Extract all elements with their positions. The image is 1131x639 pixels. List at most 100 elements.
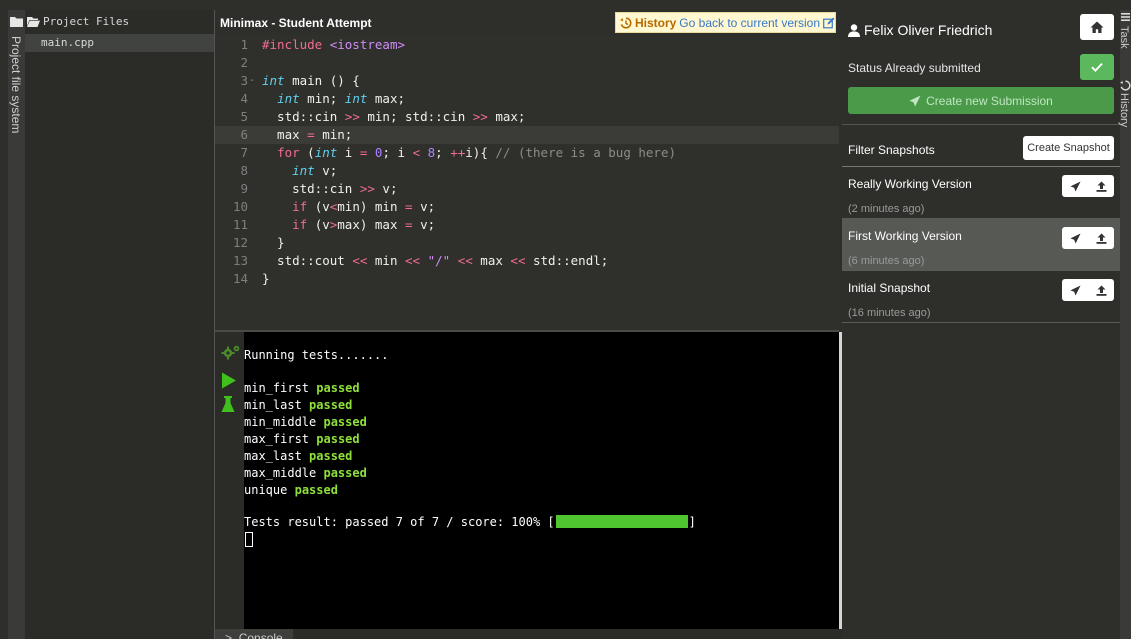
line-number: 14 — [232, 271, 248, 286]
line-number: 9 — [240, 181, 248, 196]
history-icon[interactable] — [1120, 80, 1131, 91]
history-tab[interactable]: History — [1118, 93, 1130, 127]
right-panel: Felix Oliver Friedrich Status Already su… — [842, 10, 1120, 639]
code-token: min — [367, 253, 406, 268]
code-line[interactable]: 5 std::cin >> min; std::cin >> max; — [215, 108, 839, 126]
create-snapshot-button[interactable]: Create Snapshot — [1023, 136, 1114, 160]
test-name: max_first — [244, 432, 310, 446]
test-status: passed — [323, 415, 367, 429]
test-flask-icon[interactable] — [221, 396, 235, 413]
fold-toggle-icon[interactable]: - — [249, 72, 257, 90]
code-token: i){ — [465, 145, 496, 160]
snapshot-item[interactable]: Really Working Version (2 minutes ago) — [842, 167, 1120, 219]
code-line[interactable]: 3- int main () { — [215, 72, 839, 90]
test-result-line: unique passed — [244, 482, 338, 499]
snapshot-name: Really Working Version — [848, 177, 972, 191]
history-banner: History Go back to current version — [615, 12, 836, 33]
snapshot-item[interactable]: Initial Snapshot (16 minutes ago) — [842, 271, 1120, 323]
submit-snapshot-button[interactable] — [1062, 175, 1088, 197]
paper-plane-icon — [909, 95, 921, 106]
code-editor[interactable]: 1 #include <iostream> 2 3- int main () {4 in… — [215, 35, 839, 330]
code-token: min; — [314, 127, 353, 142]
snapshot-item[interactable]: First Working Version (6 minutes ago) — [842, 219, 1120, 271]
file-item-main-cpp[interactable]: main.cpp — [25, 34, 215, 52]
code-line[interactable]: 7 for (int i = 0; i < 8; ++i){ // (there… — [215, 144, 839, 162]
code-token: <iostream> — [329, 37, 405, 52]
tests-result-text: Tests result: passed 7 of 7 / score: 100… — [244, 515, 555, 529]
code-token: "/" — [427, 253, 451, 268]
edit-icon[interactable] — [823, 17, 835, 29]
restore-snapshot-button[interactable] — [1088, 279, 1114, 301]
line-number: 2 — [240, 55, 248, 70]
code-text: int min; int max; — [262, 90, 405, 108]
code-token: (v — [307, 217, 330, 232]
code-text: for (int i = 0; i < 8; ++i){ // (there i… — [262, 144, 676, 162]
folder-icon[interactable] — [8, 10, 25, 32]
code-text: int v; — [262, 162, 337, 180]
code-token: v; — [374, 181, 398, 196]
test-name: unique — [244, 483, 288, 497]
code-token: max; — [487, 109, 526, 124]
line-number: 3 — [240, 73, 248, 88]
code-token: ++ — [450, 145, 466, 160]
paper-plane-icon — [1069, 232, 1081, 244]
test-name: min_last — [244, 398, 302, 412]
code-line[interactable]: 9 std::cin >> v; — [215, 180, 839, 198]
code-line[interactable]: 4 int min; int max; — [215, 90, 839, 108]
submitted-check-button[interactable] — [1080, 54, 1114, 80]
gears-icon[interactable] — [221, 344, 241, 360]
code-line[interactable]: 11 if (v>max) max = v; — [215, 216, 839, 234]
code-line[interactable]: 13 std::cout << min << "/" << max << std… — [215, 252, 839, 270]
code-token: min) min — [337, 199, 406, 214]
restore-snapshot-button[interactable] — [1088, 175, 1114, 197]
project-file-system-tab[interactable]: Project file system — [9, 36, 23, 133]
code-token: v; — [412, 217, 436, 232]
filter-snapshots-label[interactable]: Filter Snapshots — [848, 143, 935, 157]
code-line[interactable]: 2 — [215, 54, 839, 72]
running-tests-line: Running tests....... — [244, 348, 389, 362]
test-result-line: min_first passed — [244, 380, 360, 397]
snapshot-actions — [1062, 279, 1114, 301]
console-output[interactable]: Running tests....... min_first passed min… — [244, 332, 839, 629]
submit-snapshot-button[interactable] — [1062, 227, 1088, 249]
code-line[interactable]: 6 max = min; — [215, 126, 839, 144]
line-number: 11 — [232, 217, 248, 232]
code-line[interactable]: 10 if (v<min) min = v; — [215, 198, 839, 216]
list-icon[interactable] — [1120, 12, 1131, 22]
submission-status: Status Already submitted — [848, 61, 981, 75]
restore-snapshot-button[interactable] — [1088, 227, 1114, 249]
code-line[interactable]: 14} — [215, 270, 839, 288]
upload-icon — [1096, 285, 1106, 296]
project-files-header[interactable]: Project Files — [27, 13, 129, 29]
editor-header: Minimax - Student Attempt History Go bac… — [215, 10, 839, 35]
test-result-line: min_last passed — [244, 397, 352, 414]
home-icon — [1090, 21, 1104, 33]
home-button[interactable] — [1080, 14, 1114, 40]
code-line[interactable]: 8 int v; — [215, 162, 839, 180]
code-line[interactable]: 1 #include <iostream> — [215, 36, 839, 54]
code-text: int main () { — [262, 72, 360, 90]
code-token: max — [262, 127, 308, 142]
code-token: >> — [359, 181, 375, 196]
line-number: 4 — [240, 91, 248, 106]
task-tab[interactable]: Task — [1118, 26, 1130, 49]
code-line[interactable]: 12 } — [215, 234, 839, 252]
editor-title: Minimax - Student Attempt — [220, 16, 372, 30]
test-result-line: max_first passed — [244, 431, 360, 448]
user-icon — [848, 23, 860, 37]
chevron-right-icon: > — [225, 631, 233, 639]
code-token: ; — [435, 145, 451, 160]
code-token: < — [412, 145, 421, 160]
code-token: << — [457, 253, 473, 268]
run-play-icon[interactable] — [221, 372, 237, 389]
go-back-current-version-link[interactable]: Go back to current version — [679, 16, 820, 30]
submit-snapshot-button[interactable] — [1062, 279, 1088, 301]
snapshot-time: (6 minutes ago) — [848, 255, 925, 267]
create-new-submission-button[interactable]: Create new Submission — [848, 87, 1114, 114]
line-number: 10 — [232, 199, 248, 214]
console-tab[interactable]: > Console — [215, 629, 293, 639]
code-text: } — [262, 270, 270, 288]
